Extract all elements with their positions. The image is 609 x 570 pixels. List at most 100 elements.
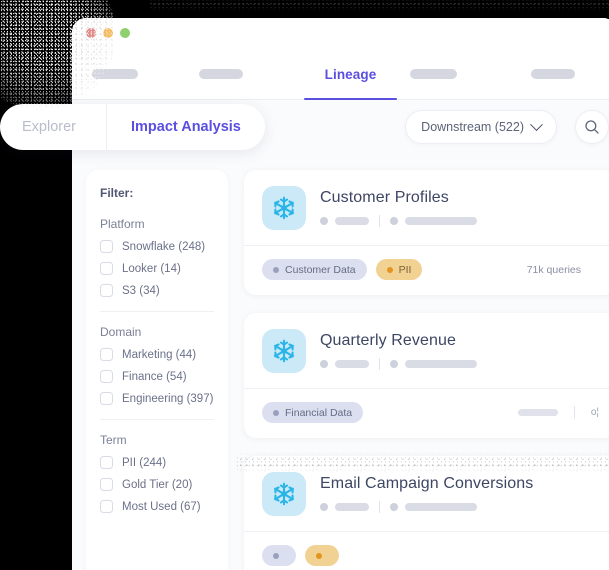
asset-card-header: Customer Profiles (244, 186, 609, 245)
subtitle-separator (379, 358, 380, 370)
badge-dot-icon (273, 266, 279, 273)
footer-glyph-icon: o¦ (590, 407, 599, 418)
asset-card-text: Quarterly Revenue (320, 332, 477, 370)
filter-option-looker[interactable]: Looker (14) (100, 262, 214, 275)
badge-label: PII (398, 263, 412, 276)
subtitle-bar (405, 360, 477, 368)
checkbox-icon[interactable] (100, 262, 113, 275)
filter-option-label: Looker (14) (122, 262, 181, 275)
filter-option-label: Engineering (397) (122, 392, 214, 405)
tab-placeholder-4[interactable] (531, 69, 575, 79)
asset-subtitle-placeholder (320, 501, 533, 513)
filter-option-label: Most Used (67) (122, 500, 201, 513)
asset-card-text: Email Campaign Conversions (320, 475, 533, 513)
subtitle-dot-icon (390, 217, 398, 225)
filter-option-most-used[interactable]: Most Used (67) (100, 500, 214, 513)
asset-title: Quarterly Revenue (320, 332, 456, 349)
snowflake-icon (262, 186, 306, 230)
asset-card-footer: Financial Data o¦ (244, 389, 609, 438)
subtitle-separator (379, 215, 380, 227)
filter-divider (100, 311, 214, 312)
status-badge[interactable] (305, 545, 339, 566)
asset-card[interactable]: Quarterly Revenue Financial Data o¦ (244, 313, 609, 438)
checkbox-icon[interactable] (100, 392, 113, 405)
tab-placeholder-2[interactable] (199, 69, 243, 79)
window-maximize-button[interactable] (120, 28, 130, 38)
badge-label: Financial Data (285, 406, 353, 419)
filter-option-s3[interactable]: S3 (34) (100, 284, 214, 297)
subtitle-bar (335, 360, 369, 368)
screenshot-root: Lineage Filter: Platform Snowflake (248)… (0, 0, 609, 570)
subtitle-dot-icon (390, 360, 398, 368)
badge-dot-icon (386, 266, 393, 273)
filter-option-gold-tier[interactable]: Gold Tier (20) (100, 478, 214, 491)
filter-option-marketing[interactable]: Marketing (44) (100, 348, 214, 361)
filter-option-label: Finance (54) (122, 370, 187, 383)
checkbox-icon[interactable] (100, 478, 113, 491)
noise-texture-top-edge (150, 0, 609, 12)
tab-placeholder-3[interactable] (410, 69, 457, 79)
tab-strip: Lineage (72, 48, 609, 100)
badge-dot-icon (273, 409, 279, 416)
filter-option-label: PII (244) (122, 456, 167, 469)
subtitle-dot-icon (390, 503, 398, 511)
filter-group-label-domain: Domain (100, 325, 142, 339)
checkbox-icon[interactable] (100, 240, 113, 253)
tab-placeholder-1[interactable] (92, 69, 138, 79)
snowflake-icon (262, 329, 306, 373)
footer-separator (573, 406, 575, 419)
footer-placeholder-bar (517, 409, 558, 416)
subtitle-dot-icon (320, 360, 328, 368)
filter-option-pii[interactable]: PII (244) (100, 456, 214, 469)
badge-dot-icon (316, 552, 322, 559)
filter-group-label-platform: Platform (100, 217, 145, 231)
downstream-dropdown-label: Downstream (522) (421, 120, 524, 134)
view-mode-toggle: Explorer Impact Analysis (0, 104, 265, 150)
tab-explorer[interactable]: Explorer (0, 104, 106, 150)
search-icon (585, 120, 599, 134)
content-area: Filter: Platform Snowflake (248) Looker … (72, 154, 609, 570)
filter-option-engineering[interactable]: Engineering (397) (100, 392, 214, 405)
filter-option-label: S3 (34) (122, 284, 160, 297)
window-close-button[interactable] (86, 28, 96, 38)
asset-card-header: Quarterly Revenue (244, 329, 609, 388)
status-badge[interactable]: PII (375, 259, 423, 280)
filter-heading: Filter: (100, 186, 134, 200)
asset-card[interactable]: Customer Profiles Customer Data PII 71k … (244, 170, 609, 295)
filter-option-label: Gold Tier (20) (122, 478, 193, 491)
status-badge[interactable]: Customer Data (262, 259, 367, 280)
chevron-down-icon (530, 117, 543, 131)
asset-card[interactable]: Email Campaign Conversions (244, 456, 609, 570)
asset-query-count: 71k queries (526, 263, 581, 276)
search-button[interactable] (575, 110, 609, 144)
subtitle-separator (379, 501, 380, 513)
asset-card-footer: Customer Data PII 71k queries (244, 246, 609, 295)
checkbox-icon[interactable] (100, 500, 113, 513)
asset-title: Customer Profiles (320, 189, 449, 206)
asset-card-list: Customer Profiles Customer Data PII 71k … (244, 170, 609, 570)
filter-option-snowflake[interactable]: Snowflake (248) (100, 240, 214, 253)
asset-card-text: Customer Profiles (320, 189, 477, 227)
filter-option-label: Marketing (44) (122, 348, 197, 361)
tab-lineage[interactable]: Lineage (304, 48, 397, 100)
window-titlebar (72, 18, 609, 48)
browser-window: Lineage Filter: Platform Snowflake (248)… (72, 18, 609, 570)
badge-label: Customer Data (285, 263, 356, 276)
subtitle-dot-icon (320, 503, 328, 511)
asset-subtitle-placeholder (320, 358, 477, 370)
tab-impact-analysis[interactable]: Impact Analysis (106, 104, 265, 150)
checkbox-icon[interactable] (100, 456, 113, 469)
asset-title: Email Campaign Conversions (320, 475, 534, 492)
filter-option-finance[interactable]: Finance (54) (100, 370, 214, 383)
subtitle-bar (335, 217, 369, 225)
subtitle-dot-icon (320, 217, 328, 225)
checkbox-icon[interactable] (100, 284, 113, 297)
checkbox-icon[interactable] (100, 348, 113, 361)
checkbox-icon[interactable] (100, 370, 113, 383)
status-badge[interactable] (262, 545, 296, 566)
snowflake-icon (262, 472, 306, 516)
downstream-dropdown[interactable]: Downstream (522) (405, 110, 557, 144)
window-minimize-button[interactable] (103, 28, 113, 38)
status-badge[interactable]: Financial Data (262, 402, 364, 423)
subtitle-bar (405, 217, 477, 225)
